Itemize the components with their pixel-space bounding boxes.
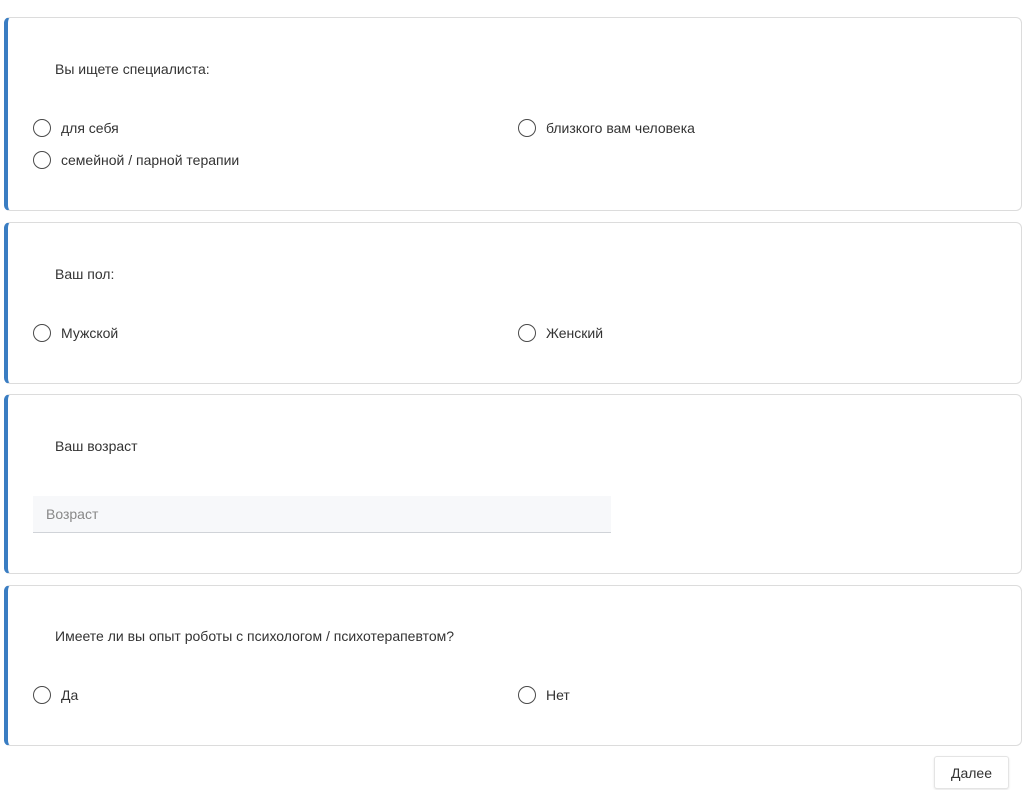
radio-option-label: Женский — [546, 325, 604, 341]
radio-circle-icon[interactable] — [518, 324, 536, 342]
radio-option-label: Мужской — [61, 325, 119, 341]
radio-option-no[interactable]: Нет — [518, 685, 570, 705]
radio-option-family-therapy[interactable]: семейной / парной терапии — [33, 150, 239, 170]
radio-circle-icon[interactable] — [33, 151, 51, 169]
radio-circle-icon[interactable] — [518, 686, 536, 704]
age-input[interactable] — [33, 496, 611, 533]
radio-option-male[interactable]: Мужской — [33, 323, 118, 343]
question-card-experience: Имеете ли вы опыт роботы с психологом / … — [4, 585, 1022, 746]
question-title: Вы ищете специалиста: — [55, 61, 210, 77]
radio-option-label: семейной / парной терапии — [61, 152, 240, 168]
question-title: Ваш возраст — [55, 438, 138, 454]
radio-option-label: Нет — [546, 687, 570, 703]
question-title: Ваш пол: — [55, 266, 115, 282]
survey-page: Вы ищете специалиста: для себя близкого … — [0, 0, 1033, 790]
question-card-age: Ваш возраст — [4, 394, 1022, 574]
radio-option-female[interactable]: Женский — [518, 323, 603, 343]
radio-option-label: Да — [61, 687, 79, 703]
radio-option-label: для себя — [61, 120, 119, 136]
question-card-specialist-for: Вы ищете специалиста: для себя близкого … — [4, 17, 1022, 211]
radio-option-close-person[interactable]: близкого вам человека — [518, 118, 695, 138]
question-card-gender: Ваш пол: Мужской Женский — [4, 222, 1022, 384]
radio-circle-icon[interactable] — [33, 119, 51, 137]
radio-circle-icon[interactable] — [33, 324, 51, 342]
radio-option-for-self[interactable]: для себя — [33, 118, 119, 138]
radio-option-label: близкого вам человека — [546, 120, 695, 136]
radio-circle-icon[interactable] — [518, 119, 536, 137]
radio-circle-icon[interactable] — [33, 686, 51, 704]
radio-option-yes[interactable]: Да — [33, 685, 78, 705]
next-button[interactable]: Далее — [934, 756, 1009, 789]
question-title: Имеете ли вы опыт роботы с психологом / … — [55, 628, 455, 644]
